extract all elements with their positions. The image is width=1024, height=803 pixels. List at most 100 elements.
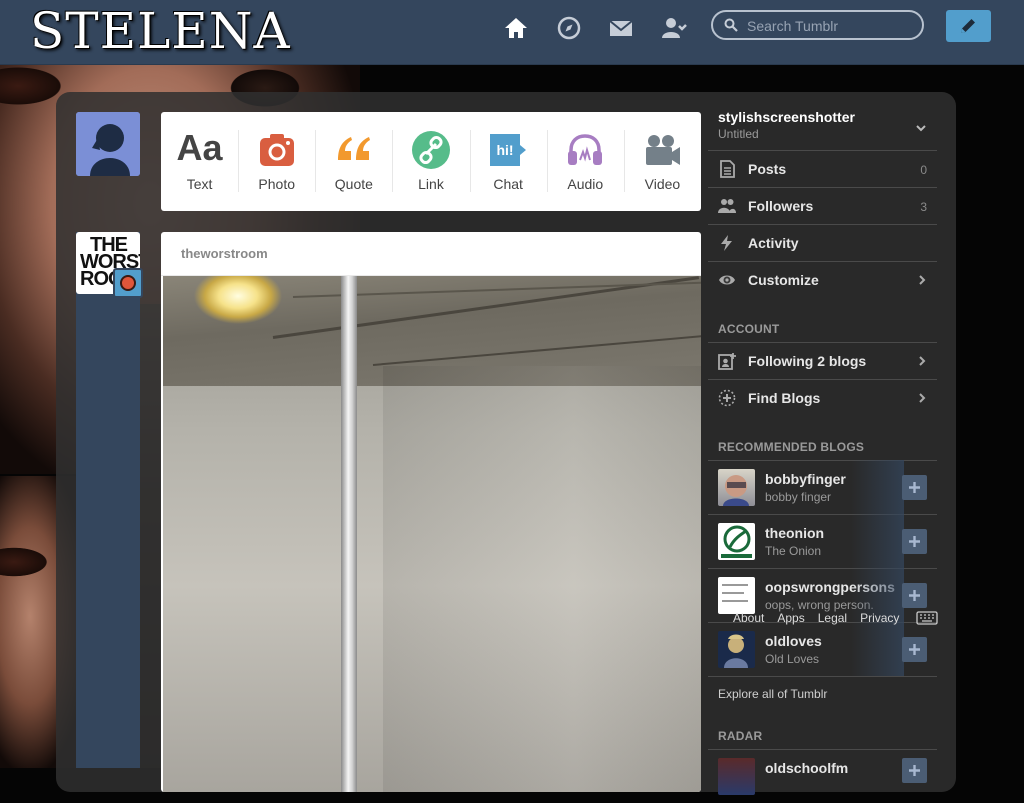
explore-compass-icon[interactable] xyxy=(555,14,583,42)
my-avatar[interactable] xyxy=(76,112,140,176)
sidebar-item-activity[interactable]: Activity xyxy=(708,224,937,261)
follow-button[interactable] xyxy=(902,583,927,608)
video-camera-icon xyxy=(642,130,682,170)
blog-subtitle: Untitled xyxy=(718,127,759,141)
radar-blog-avatar xyxy=(718,758,755,795)
radar-blog-name: oldschoolfm xyxy=(765,760,849,776)
posts-icon xyxy=(718,160,736,178)
chevron-down-icon xyxy=(916,125,926,132)
sidebar-item-following[interactable]: Following 2 blogs xyxy=(708,342,937,379)
blog-switcher[interactable]: stylishscreenshotter Untitled xyxy=(708,104,937,148)
plus-icon xyxy=(909,590,920,601)
post-type-label: Chat xyxy=(493,176,523,192)
post-type-label: Video xyxy=(644,176,681,192)
footer-link-about[interactable]: About xyxy=(733,611,764,625)
plus-icon xyxy=(909,644,920,655)
recommended-section-heading: RECOMMENDED BLOGS xyxy=(718,440,865,454)
following-icon xyxy=(718,352,736,370)
post-type-label: Photo xyxy=(258,176,295,192)
post-type-text-button[interactable]: Aa Text xyxy=(161,112,238,211)
post-type-label: Quote xyxy=(334,176,373,192)
search-box[interactable] xyxy=(711,10,924,40)
plus-icon xyxy=(909,765,920,776)
sidebar-item-label: Followers xyxy=(748,198,814,214)
sidebar-item-label: Customize xyxy=(748,272,819,288)
account-user-icon[interactable] xyxy=(660,14,688,42)
follow-button[interactable] xyxy=(902,529,927,554)
follow-button[interactable] xyxy=(902,758,927,783)
photo-lamp xyxy=(183,276,293,346)
post-type-audio-button[interactable]: Audio xyxy=(546,112,624,211)
sidebar-item-count: 3 xyxy=(920,200,927,214)
followers-icon xyxy=(718,197,736,215)
plus-icon xyxy=(909,536,920,547)
post-type-chat-button[interactable]: hi! Chat xyxy=(469,112,547,211)
follow-buttons-strip xyxy=(851,460,904,676)
activity-bolt-icon xyxy=(718,234,736,252)
account-section-heading: ACCOUNT xyxy=(718,322,780,336)
post-photo[interactable] xyxy=(163,276,701,792)
recommended-blog-avatar xyxy=(718,469,755,506)
post-type-link-button[interactable]: Link xyxy=(392,112,469,211)
sidebar-item-posts[interactable]: Posts 0 xyxy=(708,150,937,187)
text-aa-icon: Aa xyxy=(176,127,223,168)
find-blogs-icon xyxy=(718,389,736,407)
sidebar-item-customize[interactable]: Customize xyxy=(708,261,937,298)
avatar-column xyxy=(76,232,140,768)
sidebar-item-label: Activity xyxy=(748,235,799,251)
link-icon xyxy=(411,130,451,170)
chevron-right-icon xyxy=(919,275,926,285)
chevron-right-icon xyxy=(919,393,926,403)
post-blog-name-link[interactable]: theworstroom xyxy=(181,246,268,261)
photo-wall xyxy=(383,366,701,792)
headphones-icon xyxy=(565,130,605,170)
blog-title: stylishscreenshotter xyxy=(718,109,855,125)
follow-button[interactable] xyxy=(902,637,927,662)
sidebar-item-count: 0 xyxy=(920,163,927,177)
sidebar-item-label: Find Blogs xyxy=(748,390,821,406)
inbox-mail-icon[interactable] xyxy=(607,14,635,42)
search-input[interactable] xyxy=(745,15,919,37)
post-type-photo-button[interactable]: Photo xyxy=(238,112,315,211)
footer-link-legal[interactable]: Legal xyxy=(818,611,847,625)
quote-icon xyxy=(334,130,374,170)
sidebar-item-followers[interactable]: Followers 3 xyxy=(708,187,937,224)
pencil-icon xyxy=(961,19,975,33)
reblog-source-avatar[interactable] xyxy=(113,268,143,298)
top-header: STELENA xyxy=(0,0,1024,65)
eye-icon xyxy=(718,271,736,289)
footer-links: About Apps Legal Privacy xyxy=(733,611,903,625)
blog-logo[interactable]: STELENA xyxy=(30,2,290,60)
radar-section-heading: RADAR xyxy=(718,729,763,743)
post-header: theworstroom xyxy=(161,232,701,276)
footer-link-apps[interactable]: Apps xyxy=(777,611,804,625)
explore-row: Explore all of Tumblr xyxy=(708,676,937,706)
post-type-label: Audio xyxy=(567,176,604,192)
post-type-composer: Aa Text Photo Quote Link hi! Chat Audio xyxy=(161,112,701,211)
recommended-blog-avatar xyxy=(718,631,755,668)
search-icon xyxy=(724,18,738,32)
home-icon[interactable] xyxy=(502,14,530,42)
sidebar-item-label: Posts xyxy=(748,161,787,177)
svg-text:hi!: hi! xyxy=(497,142,514,158)
footer-link-privacy[interactable]: Privacy xyxy=(860,611,899,625)
post-type-label: Text xyxy=(186,176,213,192)
sidebar-item-label: Following 2 blogs xyxy=(748,353,867,369)
chevron-right-icon xyxy=(919,356,926,366)
sidebar-item-find-blogs[interactable]: Find Blogs xyxy=(708,379,937,416)
recommended-blog-avatar xyxy=(718,577,755,614)
photo-ceiling-beam xyxy=(372,335,701,366)
recommended-blog-avatar xyxy=(718,523,755,560)
post-type-video-button[interactable]: Video xyxy=(623,112,701,211)
chat-icon: hi! xyxy=(488,130,528,170)
plus-icon xyxy=(909,482,920,493)
camera-icon xyxy=(257,130,297,170)
photo-pole xyxy=(341,276,357,792)
post-card: theworstroom xyxy=(161,232,701,792)
compose-post-button[interactable] xyxy=(946,10,991,42)
follow-button[interactable] xyxy=(902,475,927,500)
explore-all-link[interactable]: Explore all of Tumblr xyxy=(718,687,827,701)
post-type-label: Link xyxy=(418,176,444,192)
post-type-quote-button[interactable]: Quote xyxy=(315,112,392,211)
keyboard-shortcuts-icon[interactable] xyxy=(916,611,938,625)
